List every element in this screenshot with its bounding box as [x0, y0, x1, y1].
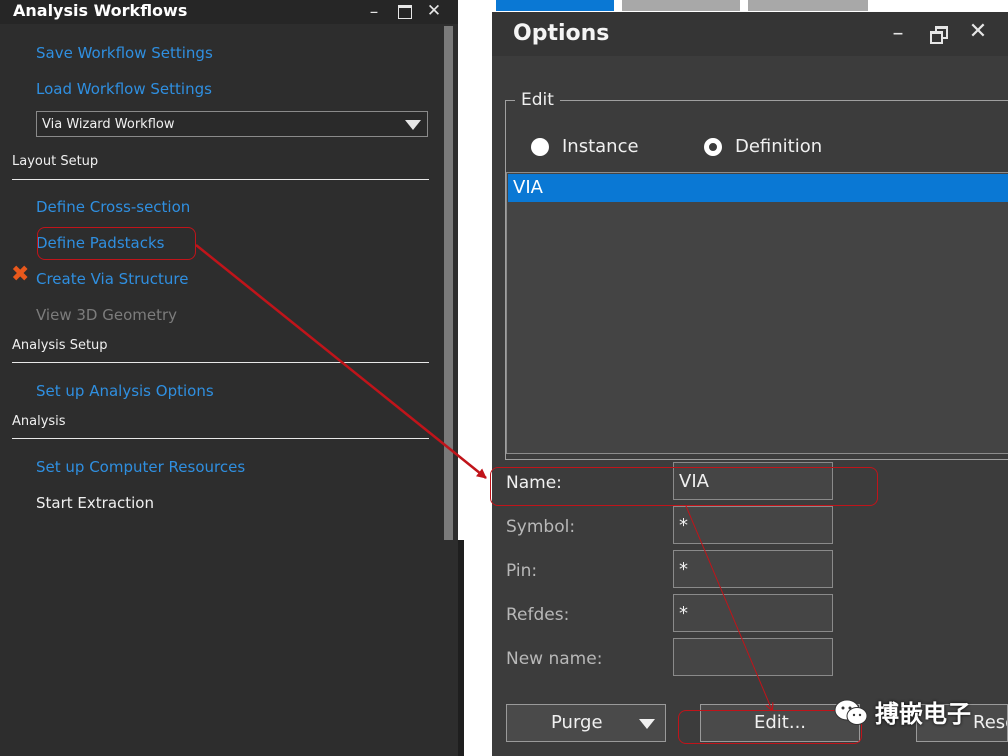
- watermark: 搏嵌电子: [833, 694, 971, 729]
- watermark-text: 搏嵌电子: [875, 700, 971, 728]
- annotation-arrows: [195, 244, 1008, 756]
- wechat-icon: [834, 699, 868, 725]
- arrow-line: [685, 505, 772, 710]
- arrow-line: [195, 244, 487, 479]
